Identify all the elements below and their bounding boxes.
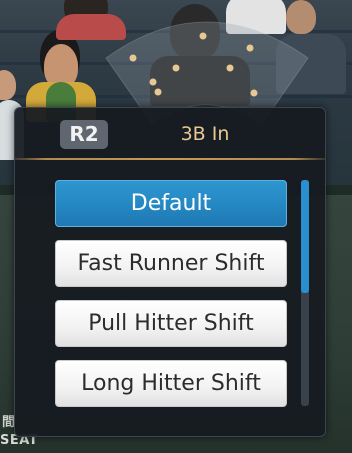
defensive-shift-menu: R2 3B In Default Fast Runner Shift Pull … (14, 107, 326, 437)
fielder-dot (154, 88, 162, 96)
menu-scrollbar[interactable] (301, 180, 309, 406)
option-fast-runner-shift[interactable]: Fast Runner Shift (55, 240, 287, 287)
option-long-hitter-shift[interactable]: Long Hitter Shift (55, 360, 287, 407)
fielder-dot (246, 44, 254, 52)
scrollbar-thumb[interactable] (301, 180, 309, 293)
fielder-dot (172, 64, 180, 72)
current-setting-title: 3B In (180, 123, 230, 145)
r2-button-prompt[interactable]: R2 (60, 120, 108, 149)
fielder-dot (149, 78, 157, 86)
fielder-dot (226, 64, 234, 72)
option-default[interactable]: Default (55, 180, 287, 227)
fielder-dot (199, 32, 207, 40)
menu-header: R2 3B In (15, 108, 325, 158)
fan-figure (0, 70, 16, 100)
fielder-dot (250, 89, 258, 97)
header-divider (15, 158, 325, 160)
option-pull-hitter-shift[interactable]: Pull Hitter Shift (55, 300, 287, 347)
fielder-dot (129, 54, 137, 62)
